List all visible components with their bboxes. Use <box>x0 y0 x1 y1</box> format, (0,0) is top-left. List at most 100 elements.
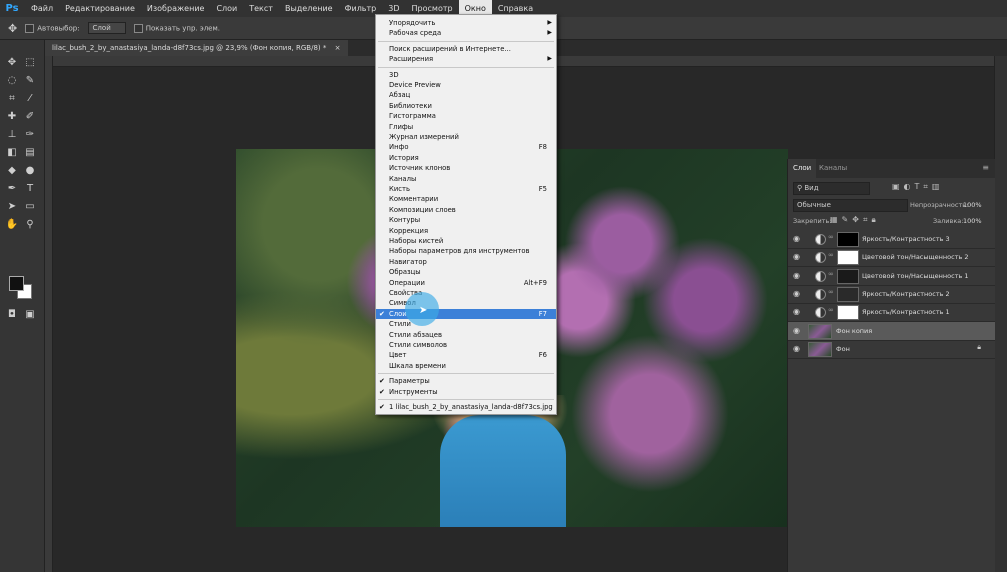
window-menu-item[interactable]: Образцы <box>376 267 556 277</box>
window-menu-item[interactable]: Шкала времени <box>376 361 556 371</box>
foreground-color-swatch[interactable] <box>9 276 24 291</box>
window-menu-item[interactable]: Символ <box>376 298 556 308</box>
opacity-value[interactable]: 100% <box>963 201 982 209</box>
gradient-tool-icon[interactable]: ▤ <box>22 146 38 160</box>
quick-selection-icon[interactable]: ✎ <box>22 74 38 88</box>
window-menu-item[interactable]: Операции Alt+F9 <box>376 278 556 288</box>
visibility-eye-icon[interactable]: ◉ <box>793 252 802 261</box>
visibility-eye-icon[interactable]: ◉ <box>793 289 802 298</box>
window-menu-item[interactable]: Источник клонов <box>376 163 556 173</box>
window-menu-item[interactable]: Цвет F6 <box>376 350 556 360</box>
window-menu-item[interactable]: Device Preview <box>376 80 556 90</box>
window-menu-item[interactable]: Гистограмма <box>376 111 556 121</box>
window-menu-item[interactable]: Каналы <box>376 174 556 184</box>
layer-row[interactable]: ◉ ∞ Цветовой тон/Насыщенность 2 <box>788 248 995 268</box>
link-chain-icon[interactable]: ∞ <box>828 306 834 314</box>
layer-row[interactable]: ◉ Фон 🔒︎ <box>788 340 995 359</box>
blur-tool-icon[interactable]: ◆ <box>4 164 20 178</box>
eyedropper-icon[interactable]: ⁄ <box>22 92 38 106</box>
layer-thumbnail[interactable] <box>808 323 832 339</box>
move-tool-icon[interactable]: ✥ <box>8 22 17 35</box>
tab-channels[interactable]: Каналы <box>814 159 852 178</box>
dodge-tool-icon[interactable]: ● <box>22 164 38 178</box>
window-menu-item[interactable]: Инфо F8 <box>376 142 556 152</box>
path-selection-icon[interactable]: ➤ <box>4 200 20 214</box>
tab-layers[interactable]: Слои <box>788 159 817 178</box>
autoselect-checkbox[interactable]: Автовыбор: <box>25 23 80 33</box>
layer-mask-thumbnail[interactable] <box>837 250 859 266</box>
window-menu-item[interactable]: Контуры <box>376 215 556 225</box>
link-chain-icon[interactable]: ∞ <box>828 270 834 278</box>
clone-stamp-icon[interactable]: ⊥ <box>4 128 20 142</box>
eraser-tool-icon[interactable]: ◧ <box>4 146 20 160</box>
layer-mask-thumbnail[interactable] <box>837 305 859 321</box>
show-controls-checkbox[interactable]: Показать упр. элем. <box>133 23 220 33</box>
window-menu-item[interactable]: Журнал измерений <box>376 132 556 142</box>
fill-value[interactable]: 100% <box>963 217 982 225</box>
window-menu-item[interactable]: ✔ Инструменты <box>376 387 556 397</box>
window-menu-item[interactable]: Стили абзацев <box>376 330 556 340</box>
window-menu-item[interactable]: Кисть F5 <box>376 184 556 194</box>
layer-row[interactable]: ◉ ∞ Яркость/Контрастность 1 <box>788 303 995 323</box>
layer-row[interactable]: ◉ ∞ Яркость/Контрастность 3 <box>788 230 995 249</box>
menu-item-0[interactable]: Файл <box>25 0 59 17</box>
lasso-tool-icon[interactable]: ◌ <box>4 74 20 88</box>
window-menu-item[interactable]: Рабочая среда ▶ <box>376 28 556 38</box>
window-menu-item[interactable]: История <box>376 153 556 163</box>
menu-item-1[interactable]: Редактирование <box>59 0 141 17</box>
lock-icons[interactable]: ▦✎✥⌗🔒︎ <box>830 215 880 225</box>
window-menu-item[interactable]: Стили <box>376 319 556 329</box>
shape-tool-icon[interactable]: ▭ <box>22 200 38 214</box>
quick-mask-icon[interactable]: ◘ <box>4 308 20 322</box>
pen-tool-icon[interactable]: ✒ <box>4 182 20 196</box>
window-menu-item[interactable]: 3D <box>376 70 556 80</box>
window-menu-item[interactable]: Глифы <box>376 122 556 132</box>
hand-tool-icon[interactable]: ✋ <box>4 218 20 232</box>
window-menu-item[interactable]: Комментарии <box>376 194 556 204</box>
layer-row[interactable]: ◉ ∞ Яркость/Контрастность 2 <box>788 285 995 304</box>
window-menu-item[interactable]: Библиотеки <box>376 101 556 111</box>
move-tool-icon[interactable]: ✥ <box>4 56 20 70</box>
layer-row[interactable]: ◉ ∞ Цветовой тон/Насыщенность 1 <box>788 267 995 286</box>
visibility-eye-icon[interactable]: ◉ <box>793 234 802 243</box>
window-menu-item[interactable]: Свойства <box>376 288 556 298</box>
layer-mask-thumbnail[interactable] <box>837 268 859 284</box>
autoselect-dropdown[interactable]: Слой <box>87 22 126 34</box>
type-tool-icon[interactable]: T <box>22 182 38 196</box>
visibility-eye-icon[interactable]: ◉ <box>793 271 802 280</box>
link-chain-icon[interactable]: ∞ <box>828 233 834 241</box>
panel-menu-icon[interactable]: ≡ <box>982 163 989 172</box>
window-menu-item[interactable]: Поиск расширений в Интернете... <box>376 44 556 54</box>
window-menu-item[interactable]: ✔ Параметры <box>376 376 556 386</box>
marquee-tool-icon[interactable]: ⬚ <box>22 56 38 70</box>
layer-filter-icons[interactable]: ▣◐T⌗▥ <box>892 182 944 192</box>
window-menu-item[interactable]: Абзац <box>376 90 556 100</box>
window-menu-item[interactable]: Наборы параметров для инструментов <box>376 246 556 256</box>
zoom-tool-icon[interactable]: ⚲ <box>22 218 38 232</box>
window-menu-item[interactable]: Коррекция <box>376 226 556 236</box>
menu-item-2[interactable]: Изображение <box>141 0 211 17</box>
crop-tool-icon[interactable]: ⌗ <box>4 92 20 106</box>
layer-row[interactable]: ◉ Фон копия <box>788 321 995 341</box>
layer-filter-dropdown[interactable]: ⚲ Вид <box>793 182 870 195</box>
menu-item-4[interactable]: Текст <box>243 0 279 17</box>
document-tab[interactable]: lilac_bush_2_by_anastasiya_landa-d8f73cs… <box>44 40 349 56</box>
brush-tool-icon[interactable]: ✐ <box>22 110 38 124</box>
window-menu-item[interactable]: Композиции слоев <box>376 205 556 215</box>
close-icon[interactable]: × <box>335 44 341 52</box>
window-menu-item[interactable]: ✔ 1 lilac_bush_2_by_anastasiya_landa-d8f7… <box>376 402 556 412</box>
window-menu-item[interactable]: Стили символов <box>376 340 556 350</box>
link-chain-icon[interactable]: ∞ <box>828 251 834 259</box>
visibility-eye-icon[interactable]: ◉ <box>793 326 802 335</box>
blend-mode-dropdown[interactable]: Обычные <box>793 199 908 212</box>
visibility-eye-icon[interactable]: ◉ <box>793 307 802 316</box>
visibility-eye-icon[interactable]: ◉ <box>793 344 802 353</box>
healing-brush-icon[interactable]: ✚ <box>4 110 20 124</box>
layer-mask-thumbnail[interactable] <box>837 286 859 302</box>
menu-item-5[interactable]: Выделение <box>279 0 339 17</box>
window-menu-item[interactable]: Наборы кистей <box>376 236 556 246</box>
menu-item-3[interactable]: Слои <box>210 0 243 17</box>
window-menu-item[interactable]: Расширения ▶ <box>376 54 556 64</box>
layer-thumbnail[interactable] <box>808 341 832 357</box>
window-menu-item[interactable]: Навигатор <box>376 257 556 267</box>
